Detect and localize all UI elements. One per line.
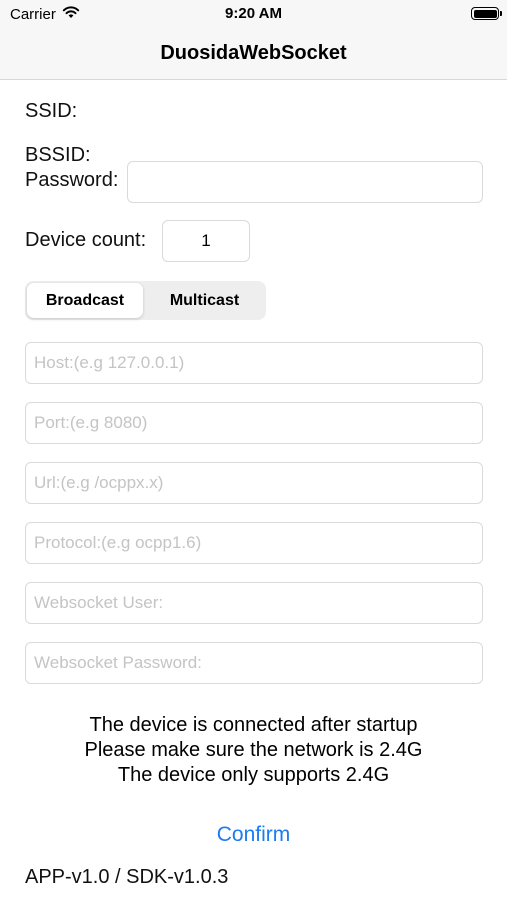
url-field-container — [25, 462, 483, 504]
navigation-bar: DuosidaWebSocket — [0, 30, 507, 80]
status-time: 9:20 AM — [225, 5, 282, 22]
device-count-field-container — [162, 220, 250, 262]
info-line-network: Please make sure the network is 2.4G — [84, 739, 423, 761]
host-field[interactable] — [26, 343, 482, 383]
password-field[interactable] — [128, 162, 482, 202]
host-field-container — [25, 342, 483, 384]
port-field-container — [25, 402, 483, 444]
mode-segmented-control: Broadcast Multicast — [25, 281, 266, 320]
password-field-container — [127, 161, 483, 203]
device-count-label: Device count: — [25, 229, 147, 251]
battery-level-fill — [473, 9, 497, 18]
multicast-segment[interactable]: Multicast — [145, 283, 264, 318]
websocket-user-field-container — [25, 582, 483, 624]
confirm-button[interactable]: Confirm — [0, 823, 507, 847]
websocket-password-field-container — [25, 642, 483, 684]
device-count-field[interactable] — [163, 221, 249, 261]
url-field[interactable] — [26, 463, 482, 503]
ssid-label: SSID: — [25, 100, 78, 122]
websocket-password-field[interactable] — [26, 643, 482, 683]
password-label: Password: — [25, 169, 119, 191]
page-title: DuosidaWebSocket — [160, 42, 347, 64]
websocket-user-field[interactable] — [26, 583, 482, 623]
protocol-field[interactable] — [26, 523, 482, 563]
version-label: APP-v1.0 / SDK-v1.0.3 — [25, 866, 229, 888]
battery-icon — [471, 7, 502, 20]
status-bar: Carrier 9:20 AM — [0, 0, 507, 30]
protocol-field-container — [25, 522, 483, 564]
broadcast-segment[interactable]: Broadcast — [27, 283, 143, 318]
bssid-label: BSSID: — [25, 144, 91, 166]
info-line-startup: The device is connected after startup — [89, 714, 418, 736]
port-field[interactable] — [26, 403, 482, 443]
info-line-support: The device only supports 2.4G — [117, 764, 390, 786]
